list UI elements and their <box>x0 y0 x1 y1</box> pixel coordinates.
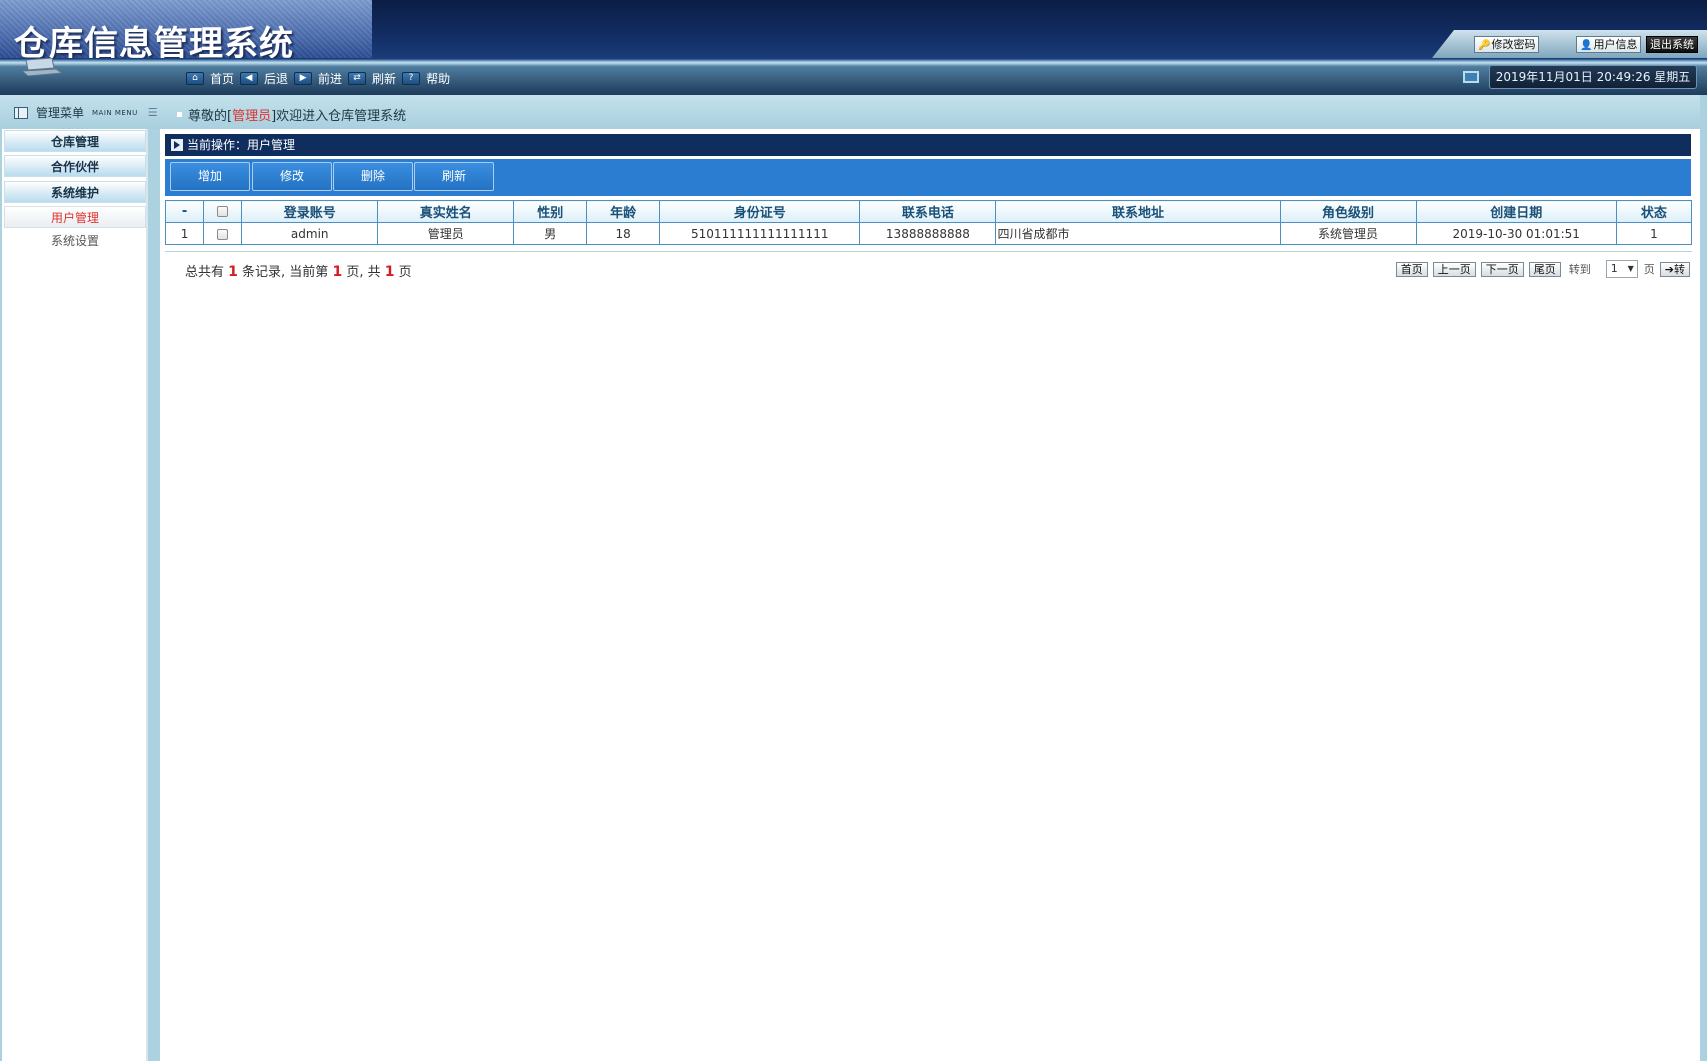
table-row[interactable]: 1 admin 管理员 男 18 510111111111111111 1388… <box>164 222 1693 245</box>
next-page-button[interactable]: 下一页 <box>1480 261 1524 277</box>
menu-toggle-icon[interactable]: ☰ <box>148 106 158 119</box>
add-button[interactable]: 增加 <box>170 162 250 191</box>
pagination-info: 总共有 1 条记录, 当前第 1 页, 共 1 页 <box>185 264 412 280</box>
select-all-checkbox[interactable] <box>217 206 229 217</box>
app-title: 仓库信息管理系统 <box>14 24 294 58</box>
top-actions: 🔑修改密码 👤用户信息 退出系统 <box>1432 30 1707 58</box>
sidebar-item-warehouse[interactable]: 仓库管理 <box>4 130 146 152</box>
app-header: 仓库信息管理系统 🔑修改密码 👤用户信息 退出系统 ⌂ 首页 ◀ 后退 ▶ 前进… <box>0 0 1707 95</box>
table-header-row: - 登录账号 真实姓名 性别 年龄 身份证号 联系电话 联系地址 角色级别 创建… <box>164 200 1693 223</box>
column-header-status: 状态 <box>1615 200 1693 223</box>
sidebar-item-partners[interactable]: 合作伙伴 <box>4 155 146 177</box>
sidebar-item-user-management[interactable]: 用户管理 <box>4 206 146 228</box>
user-table: - 登录账号 真实姓名 性别 年龄 身份证号 联系电话 联系地址 角色级别 创建… <box>164 200 1693 245</box>
goto-label: 转到 <box>1568 263 1591 276</box>
menu-icon <box>14 106 28 119</box>
back-arrow-icon: ◀ <box>240 71 259 85</box>
nav-back[interactable]: ◀ 后退 <box>240 70 288 87</box>
refresh-icon: ⇄ <box>348 71 367 85</box>
monitor-icon <box>1463 71 1479 83</box>
refresh-button[interactable]: 刷新 <box>414 162 494 191</box>
welcome-bar: 管理菜单 MAIN MENU ☰ 尊敬的[管理员]欢迎进入仓库管理系统 <box>0 95 1700 129</box>
menu-title-en: MAIN MENU <box>92 108 138 117</box>
prev-page-button[interactable]: 上一页 <box>1432 261 1476 277</box>
go-button[interactable]: ➔转 <box>1659 261 1690 277</box>
nav-forward[interactable]: ▶ 前进 <box>294 70 342 87</box>
chevron-down-icon: ▼ <box>1627 264 1634 273</box>
column-header-phone: 联系电话 <box>859 200 997 223</box>
laptop-icon <box>22 58 62 76</box>
forward-arrow-icon: ▶ <box>294 71 313 85</box>
help-icon: ? <box>402 71 421 85</box>
content-area: 当前操作：用户管理 增加 修改 删除 刷新 - 登录账号 真实姓名 性别 年龄 … <box>160 129 1700 1061</box>
logo-panel: 仓库信息管理系统 <box>0 0 372 58</box>
last-page-button[interactable]: 尾页 <box>1528 261 1561 277</box>
column-header-address: 联系地址 <box>995 200 1281 223</box>
nav-refresh[interactable]: ⇄ 刷新 <box>348 70 396 87</box>
nav-home[interactable]: ⌂ 首页 <box>186 70 234 87</box>
logout-button[interactable]: 退出系统 <box>1646 36 1698 53</box>
current-operation-bar: 当前操作：用户管理 <box>165 134 1691 156</box>
sidebar-item-settings[interactable]: 系统设置 <box>4 230 146 252</box>
main-frame: 管理菜单 MAIN MENU ☰ 尊敬的[管理员]欢迎进入仓库管理系统 仓库管理… <box>0 95 1707 1061</box>
column-header-role: 角色级别 <box>1279 200 1417 223</box>
column-header-gender: 性别 <box>513 200 588 223</box>
divider <box>165 251 1692 252</box>
user-info-button[interactable]: 👤用户信息 <box>1576 36 1642 53</box>
cell-phone: 13888888888 <box>859 222 997 245</box>
row-checkbox[interactable] <box>217 228 229 240</box>
column-header-created: 创建日期 <box>1415 200 1617 223</box>
key-icon: 🔑 <box>1478 40 1491 51</box>
delete-button[interactable]: 删除 <box>333 162 413 191</box>
change-password-button[interactable]: 🔑修改密码 <box>1474 36 1540 53</box>
column-header-age: 年龄 <box>586 200 661 223</box>
cell-created: 2019-10-30 01:01:51 <box>1415 222 1617 245</box>
menu-header: 管理菜单 MAIN MENU ☰ <box>14 104 158 121</box>
cell-id-number: 510111111111111111 <box>659 222 861 245</box>
edit-button[interactable]: 修改 <box>252 162 332 191</box>
welcome-message: 尊敬的[管理员]欢迎进入仓库管理系统 <box>177 105 406 124</box>
top-nav: ⌂ 首页 ◀ 后退 ▶ 前进 ⇄ 刷新 ? 帮助 <box>186 69 456 87</box>
cell-select[interactable] <box>203 222 243 245</box>
toolbar: 增加 修改 删除 刷新 <box>165 159 1691 196</box>
menu-title: 管理菜单 <box>36 106 85 120</box>
datetime-display: 2019年11月01日 20:49:26 星期五 <box>1489 65 1697 89</box>
user-role: 管理员 <box>232 109 272 124</box>
bullet-icon <box>177 112 182 117</box>
pagination-controls: 首页 上一页 下一页 尾页 转到 1 ▼ 页 ➔转 <box>1391 260 1690 278</box>
page-select[interactable]: 1 ▼ <box>1605 260 1638 278</box>
sidebar: 仓库管理 合作伙伴 系统维护 用户管理 系统设置 <box>2 129 148 1061</box>
cell-age: 18 <box>586 222 661 245</box>
column-header-index: - <box>164 200 205 223</box>
nav-help[interactable]: ? 帮助 <box>402 70 450 87</box>
column-header-id-number: 身份证号 <box>659 200 861 223</box>
cell-role: 系统管理员 <box>1279 222 1417 245</box>
cell-address: 四川省成都市 <box>995 222 1281 245</box>
play-icon <box>171 139 183 151</box>
cell-real-name: 管理员 <box>377 222 515 245</box>
arrow-right-icon: ➔ <box>1664 262 1674 276</box>
page-unit-label: 页 <box>1643 263 1655 276</box>
cell-account: admin <box>241 222 379 245</box>
cell-index: 1 <box>164 222 205 245</box>
first-page-button[interactable]: 首页 <box>1395 261 1428 277</box>
sidebar-item-maintenance[interactable]: 系统维护 <box>4 181 146 203</box>
column-header-select[interactable] <box>203 200 243 223</box>
cell-gender: 男 <box>513 222 588 245</box>
column-header-real-name: 真实姓名 <box>377 200 515 223</box>
home-icon: ⌂ <box>186 71 204 85</box>
column-header-account: 登录账号 <box>241 200 379 223</box>
user-icon: 👤 <box>1580 40 1593 51</box>
cell-status: 1 <box>1615 222 1693 245</box>
